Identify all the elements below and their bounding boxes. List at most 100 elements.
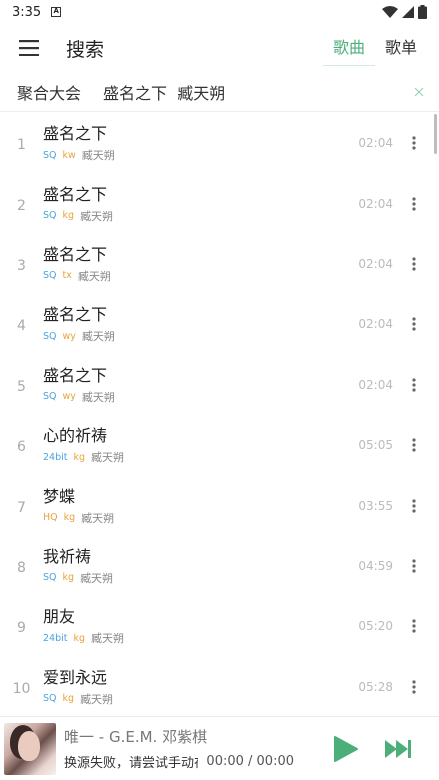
quality-badge: HQ [43, 512, 58, 524]
more-vertical-icon [412, 196, 416, 211]
more-button[interactable] [399, 304, 429, 344]
song-row[interactable]: 1 盛名之下 SQ kw 臧天朔 02:04 [0, 113, 439, 173]
player-status: 换源失败，请尝试手动在搜... [64, 756, 198, 771]
quality-badge: SQ [43, 330, 57, 342]
song-singer: 臧天朔 [91, 632, 125, 646]
album-cover[interactable] [4, 722, 56, 775]
clear-button[interactable] [399, 72, 439, 112]
song-info: 心的祈祷 24bit kg 臧天朔 [43, 425, 345, 465]
song-duration: 05:05 [358, 438, 393, 453]
song-row[interactable]: 8 我祈祷 SQ kg 臧天朔 04:59 [0, 536, 439, 596]
source-badge: wy [62, 391, 76, 403]
now-playing-title: 唯一 - G.E.M. 邓紫棋 [64, 728, 208, 746]
song-list: 1 盛名之下 SQ kw 臧天朔 02:04 2 盛名之下 SQ kg 臧天朔 … [0, 113, 439, 716]
app-bar: 搜索 歌曲 歌单 [0, 24, 439, 72]
song-row[interactable]: 5 盛名之下 SQ wy 臧天朔 02:04 [0, 355, 439, 415]
more-vertical-icon [412, 498, 416, 513]
player-time: 00:00 / 00:00 [206, 754, 294, 769]
song-name: 盛名之下 [43, 365, 108, 385]
page-title: 搜索 [66, 38, 105, 61]
source-badge: kg [73, 632, 86, 644]
more-button[interactable] [399, 425, 429, 465]
more-button[interactable] [399, 244, 429, 284]
song-index: 4 [17, 318, 26, 335]
more-vertical-icon [412, 559, 416, 573]
more-button[interactable] [399, 184, 429, 224]
more-vertical-icon [412, 438, 416, 452]
song-row[interactable]: 3 盛名之下 SQ tx 臧天朔 02:04 [0, 234, 439, 294]
skip-next-icon [385, 739, 411, 758]
menu-button[interactable] [0, 24, 58, 72]
song-row[interactable]: 4 盛名之下 SQ wy 臧天朔 02:04 [0, 294, 439, 354]
more-button[interactable] [399, 606, 429, 646]
song-row[interactable]: 9 朋友 24bit kg 臧天朔 05:20 [0, 596, 439, 656]
more-vertical-icon [412, 378, 416, 392]
play-icon [334, 735, 358, 762]
song-duration: 02:04 [358, 196, 393, 211]
song-singer: 臧天朔 [81, 511, 115, 525]
song-info: 盛名之下 SQ kg 臧天朔 [43, 184, 345, 224]
next-button[interactable] [378, 729, 418, 769]
song-index: 1 [17, 137, 26, 154]
more-vertical-icon [412, 317, 416, 331]
cover-art [18, 730, 40, 761]
song-duration: 03:55 [358, 498, 393, 513]
source-badge: kg [73, 451, 86, 463]
source-badge: kg [62, 572, 75, 584]
more-button[interactable] [399, 546, 429, 586]
player-bar[interactable]: 唯一 - G.E.M. 邓紫棋 换源失败，请尝试手动在搜... 00:00 / … [0, 716, 439, 780]
source-badge: kg [63, 512, 76, 524]
song-index: 6 [17, 439, 26, 456]
more-button[interactable] [399, 667, 429, 707]
quality-badge: 24bit [43, 451, 68, 463]
more-button[interactable] [399, 486, 429, 526]
song-duration: 02:04 [358, 136, 393, 151]
status-time: 3:35 [12, 4, 42, 20]
song-duration: 05:28 [358, 679, 393, 694]
more-vertical-icon [412, 257, 416, 271]
source-badge: wy [62, 330, 76, 342]
signal-icon [402, 6, 414, 18]
song-singer: 臧天朔 [80, 692, 114, 706]
quality-badge: SQ [43, 572, 57, 584]
song-meta: SQ kg 臧天朔 [43, 691, 345, 707]
song-singer: 臧天朔 [80, 571, 114, 585]
song-meta: 24bit kg 臧天朔 [43, 449, 345, 465]
song-meta: 24bit kg 臧天朔 [43, 630, 345, 646]
song-row[interactable]: 7 梦蝶 HQ kg 臧天朔 03:55 [0, 475, 439, 535]
source-badge: kg [62, 210, 75, 222]
play-button[interactable] [326, 729, 366, 769]
song-info: 盛名之下 SQ tx 臧天朔 [43, 244, 345, 284]
more-button[interactable] [399, 365, 429, 405]
more-button[interactable] [399, 123, 429, 163]
song-meta: SQ kg 臧天朔 [43, 208, 345, 224]
song-duration: 02:04 [358, 317, 393, 332]
scrollbar[interactable] [434, 114, 437, 154]
song-index: 5 [17, 378, 26, 395]
tab-playlists[interactable]: 歌单 [375, 30, 427, 66]
song-singer: 臧天朔 [81, 330, 115, 344]
player-info: 唯一 - G.E.M. 邓紫棋 换源失败，请尝试手动在搜... 00:00 / … [64, 726, 294, 771]
song-duration: 04:59 [358, 558, 393, 573]
song-singer: 臧天朔 [81, 390, 115, 404]
song-meta: SQ tx 臧天朔 [43, 268, 345, 284]
close-icon [414, 87, 424, 96]
song-row[interactable]: 2 盛名之下 SQ kg 臧天朔 02:04 [0, 173, 439, 233]
song-singer: 臧天朔 [81, 149, 115, 163]
search-input[interactable]: 盛名之下 臧天朔 [103, 80, 225, 104]
tab-songs[interactable]: 歌曲 [322, 30, 375, 66]
song-duration: 02:04 [358, 377, 393, 392]
quality-badge: SQ [43, 149, 57, 161]
song-name: 爱到永远 [43, 667, 108, 687]
menu-icon [19, 40, 39, 56]
song-row[interactable]: 6 心的祈祷 24bit kg 臧天朔 05:05 [0, 415, 439, 475]
song-info: 爱到永远 SQ kg 臧天朔 [43, 667, 345, 707]
song-info: 盛名之下 SQ wy 臧天朔 [43, 365, 345, 405]
quality-badge: SQ [43, 210, 57, 222]
song-row[interactable]: 10 爱到永远 SQ kg 臧天朔 05:28 [0, 657, 439, 716]
quality-badge: SQ [43, 391, 57, 403]
source-badge: kw [62, 149, 76, 161]
source-select[interactable]: 聚合大会 [17, 80, 81, 104]
song-index: 9 [17, 620, 26, 637]
song-index: 10 [12, 680, 31, 697]
